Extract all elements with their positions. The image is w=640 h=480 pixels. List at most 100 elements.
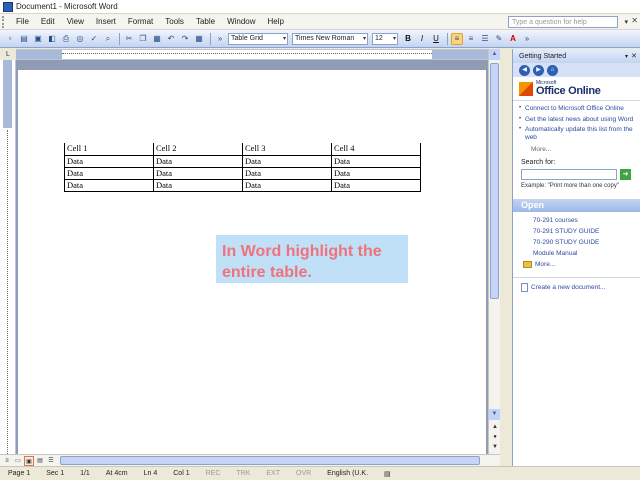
recent-file[interactable]: 70-291 STUDY GUIDE (521, 226, 632, 237)
link-latest-news[interactable]: • Get the latest news about using Word (519, 116, 634, 124)
status-ovr[interactable]: OVR (288, 470, 319, 477)
table-cell[interactable]: Cell 4 (331, 143, 421, 156)
menu-insert[interactable]: Insert (90, 17, 122, 26)
table-cell[interactable]: Data (331, 178, 421, 192)
print-preview-icon[interactable]: ◎ (74, 33, 86, 45)
horizontal-ruler[interactable] (16, 49, 488, 60)
table-cell[interactable]: Data (331, 154, 421, 168)
redo-icon[interactable]: ↷ (179, 33, 191, 45)
open-more-text[interactable]: More... (535, 259, 555, 270)
cut-icon[interactable]: ✂ (123, 33, 135, 45)
toolbar-options-icon[interactable]: » (521, 33, 533, 45)
permission-icon[interactable]: ◧ (46, 33, 58, 45)
home-icon[interactable]: ⌂ (547, 64, 558, 76)
paste-icon[interactable]: ▦ (151, 33, 163, 45)
back-icon[interactable]: ◀ (519, 64, 530, 76)
link-connect-office-online[interactable]: • Connect to Microsoft Office Online (519, 105, 634, 113)
menu-table[interactable]: Table (190, 17, 221, 26)
create-new-text[interactable]: Create a new document... (531, 284, 605, 291)
menu-help[interactable]: Help (262, 17, 290, 26)
open-icon[interactable]: ▤ (18, 33, 30, 45)
highlight-icon[interactable]: ✎ (493, 33, 505, 45)
table-cell[interactable]: Data (331, 166, 421, 180)
align-left-icon[interactable]: ≡ (451, 32, 463, 45)
link-text[interactable]: Connect to Microsoft Office Online (525, 105, 624, 113)
reading-view-icon[interactable]: ▤ (35, 456, 45, 466)
align-center-icon[interactable]: ≡ (465, 33, 477, 45)
menu-view[interactable]: View (61, 17, 90, 26)
bold-button[interactable]: B (402, 33, 414, 45)
spelling-icon[interactable]: ✓ (88, 33, 100, 45)
link-text[interactable]: Get the latest news about using Word (525, 116, 633, 124)
recent-file[interactable]: Module Manual (521, 248, 632, 259)
table-cell[interactable]: Data (242, 166, 332, 180)
vertical-ruler[interactable] (0, 60, 16, 454)
search-input[interactable] (521, 169, 617, 180)
menu-window[interactable]: Window (221, 17, 261, 26)
table-cell[interactable]: Data (64, 154, 154, 168)
menu-file[interactable]: File (10, 17, 35, 26)
open-more-link[interactable]: More... (521, 259, 632, 270)
italic-button[interactable]: I (416, 33, 428, 45)
copy-icon[interactable]: ❐ (137, 33, 149, 45)
create-new-document-link[interactable]: Create a new document... (513, 277, 640, 297)
table-cell[interactable]: Data (153, 154, 243, 168)
task-pane-menu-icon[interactable]: ▾ (625, 53, 628, 60)
search-go-icon[interactable]: ➜ (620, 169, 631, 180)
status-ext[interactable]: EXT (258, 470, 288, 477)
menu-format[interactable]: Format (122, 17, 159, 26)
links-more[interactable]: More... (513, 146, 640, 153)
hscroll-thumb[interactable] (60, 456, 480, 465)
tab-selector-icon[interactable]: L (0, 49, 16, 60)
word-app-icon[interactable] (3, 1, 13, 12)
table-cell[interactable]: Data (153, 166, 243, 180)
table-cell[interactable]: Cell 2 (153, 143, 243, 156)
insert-table-icon[interactable]: ▦ (193, 33, 205, 45)
help-search-input[interactable]: Type a question for help (508, 16, 618, 28)
menu-edit[interactable]: Edit (35, 17, 61, 26)
forward-icon[interactable]: ▶ (533, 64, 544, 76)
table-cell[interactable]: Data (153, 178, 243, 192)
document-close-icon[interactable]: ✕ (631, 16, 638, 25)
document-page[interactable]: Cell 1 Cell 2 Cell 3 Cell 4 Data Data Da… (18, 70, 486, 454)
recent-file[interactable]: 70-290 STUDY GUIDE (521, 237, 632, 248)
status-rec[interactable]: REC (198, 470, 229, 477)
task-pane-close-icon[interactable]: ✕ (631, 52, 637, 60)
bullets-icon[interactable]: ☰ (479, 33, 491, 45)
vertical-scrollbar[interactable]: ▲ ▼ ▲ ● ▼ (488, 49, 500, 454)
underline-button[interactable]: U (430, 33, 442, 45)
font-select[interactable]: Times New Roman ▾ (292, 32, 368, 45)
hscroll-track[interactable] (60, 456, 488, 465)
scroll-thumb[interactable] (490, 63, 499, 299)
font-color-icon[interactable]: A (507, 33, 519, 45)
table-cell[interactable]: Cell 1 (64, 143, 154, 156)
table-cell[interactable]: Data (64, 178, 154, 192)
menu-grip-handle[interactable] (2, 15, 6, 28)
horizontal-scrollbar[interactable]: ≡ ▭ ▣ ▤ ☰ (0, 454, 500, 466)
spelling-status-icon[interactable]: ▤ (376, 470, 399, 478)
outline-view-icon[interactable]: ☰ (46, 456, 56, 466)
web-view-icon[interactable]: ▭ (13, 456, 23, 466)
save-icon[interactable]: ▣ (32, 33, 44, 45)
new-document-icon[interactable]: ▫ (4, 33, 16, 45)
scroll-down-icon[interactable]: ▼ (489, 409, 500, 420)
menu-tools[interactable]: Tools (159, 17, 190, 26)
status-trk[interactable]: TRK (228, 470, 258, 477)
table-cell[interactable]: Data (242, 154, 332, 168)
scroll-up-icon[interactable]: ▲ (489, 49, 500, 60)
recent-file[interactable]: 70-291 courses (521, 215, 632, 226)
document-table[interactable]: Cell 1 Cell 2 Cell 3 Cell 4 Data Data Da… (64, 143, 421, 192)
undo-icon[interactable]: ↶ (165, 33, 177, 45)
link-text[interactable]: Automatically update this list from the … (525, 126, 634, 141)
help-dropdown-icon[interactable]: ▾ (624, 18, 628, 26)
link-auto-update[interactable]: • Automatically update this list from th… (519, 126, 634, 141)
browse-object-icons[interactable]: ▲ ● ▼ (490, 422, 500, 452)
print-icon[interactable]: ⎙ (60, 33, 72, 45)
normal-view-icon[interactable]: ≡ (2, 456, 12, 466)
table-cell[interactable]: Data (64, 166, 154, 180)
research-icon[interactable]: ⌕ (102, 33, 114, 45)
options-arrow-icon[interactable]: » (214, 33, 226, 45)
font-size-select[interactable]: 12 ▾ (372, 32, 398, 45)
table-cell[interactable]: Data (242, 178, 332, 192)
style-select[interactable]: Table Grid ▾ (228, 32, 288, 45)
